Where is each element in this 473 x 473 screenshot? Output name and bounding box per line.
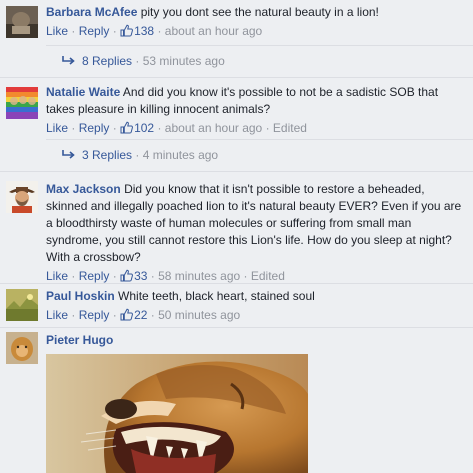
replies-link[interactable]: 3 Replies xyxy=(82,148,132,162)
reply-link[interactable]: Reply xyxy=(79,308,110,322)
author-name[interactable]: Natalie Waite xyxy=(46,85,120,99)
author-name[interactable]: Barbara McAfee xyxy=(46,5,137,19)
timestamp[interactable]: 58 minutes ago xyxy=(158,269,240,283)
comment-actions: Like · Reply · 22 · 50 minutes ago xyxy=(46,308,241,322)
comment-barbara: Barbara McAfee pity you dont see the nat… xyxy=(0,0,473,78)
comment-actions: Like · Reply · 138 · about an hour ago xyxy=(46,24,263,38)
like-count[interactable]: 138 xyxy=(120,24,154,38)
timestamp[interactable]: about an hour ago xyxy=(165,121,262,135)
replies-timestamp: 4 minutes ago xyxy=(142,148,219,162)
like-link[interactable]: Like xyxy=(46,269,68,283)
like-count[interactable]: 33 xyxy=(120,269,147,283)
replies-link[interactable]: 8 Replies xyxy=(82,54,132,68)
comment-text: White teeth, black heart, stained soul xyxy=(118,289,315,303)
edited-label[interactable]: Edited xyxy=(251,269,285,283)
timestamp[interactable]: 50 minutes ago xyxy=(158,308,240,322)
comment-actions: Like · Reply · 102 · about an hour ago ·… xyxy=(46,121,307,135)
comment-natalie: Natalie Waite And did you know it's poss… xyxy=(0,78,473,172)
timestamp[interactable]: about an hour ago xyxy=(165,24,262,38)
thumbs-up-icon xyxy=(120,269,134,282)
reply-arrow-icon xyxy=(62,150,75,159)
avatar[interactable] xyxy=(6,181,38,213)
like-link[interactable]: Like xyxy=(46,24,68,38)
reply-link[interactable]: Reply xyxy=(79,24,110,38)
replies-timestamp: 53 minutes ago xyxy=(142,54,225,68)
like-link[interactable]: Like xyxy=(46,308,68,322)
like-link[interactable]: Like xyxy=(46,121,68,135)
comment-paul: Paul Hoskin White teeth, black heart, st… xyxy=(0,284,473,328)
thumbs-up-icon xyxy=(120,308,134,321)
replies-row[interactable]: 3 Replies · 4 minutes ago xyxy=(46,139,473,169)
comment-max: Max Jackson Did you know that it isn't p… xyxy=(0,172,473,284)
like-count[interactable]: 22 xyxy=(120,308,147,322)
comment-actions: Like · Reply · 33 · 58 minutes ago · Edi… xyxy=(46,269,285,283)
reply-link[interactable]: Reply xyxy=(79,121,110,135)
replies-row[interactable]: 8 Replies · 53 minutes ago xyxy=(46,45,473,75)
reply-arrow-icon xyxy=(62,56,75,65)
avatar[interactable] xyxy=(6,289,38,321)
author-name[interactable]: Pieter Hugo xyxy=(46,333,113,347)
avatar[interactable] xyxy=(6,6,38,38)
author-name[interactable]: Max Jackson xyxy=(46,182,121,196)
comment-text: pity you dont see the natural beauty in … xyxy=(140,5,379,19)
like-count[interactable]: 102 xyxy=(120,121,154,135)
thumbs-up-icon xyxy=(120,24,134,37)
avatar[interactable] xyxy=(6,87,38,119)
edited-label[interactable]: Edited xyxy=(273,121,307,135)
author-name[interactable]: Paul Hoskin xyxy=(46,289,115,303)
avatar[interactable] xyxy=(6,332,38,364)
attached-lion-photo[interactable] xyxy=(46,354,308,473)
thumbs-up-icon xyxy=(120,121,134,134)
reply-link[interactable]: Reply xyxy=(79,269,110,283)
